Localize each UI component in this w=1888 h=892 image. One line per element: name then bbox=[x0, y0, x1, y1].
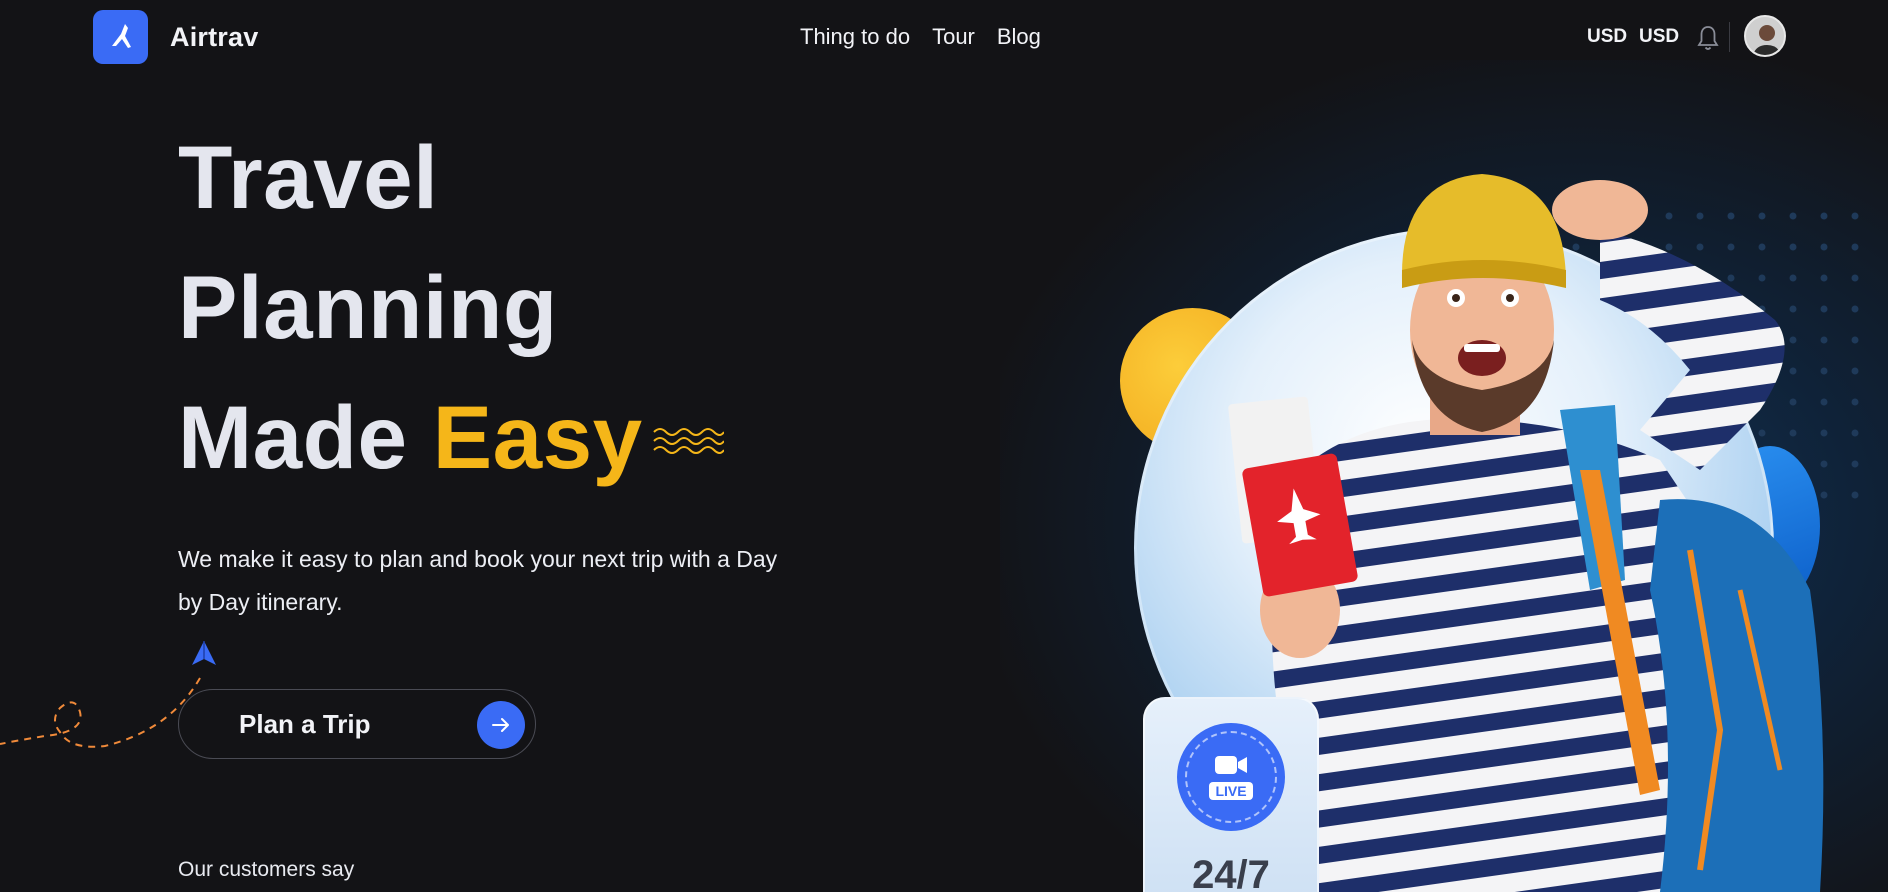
paper-plane-icon bbox=[192, 641, 216, 665]
nav-link-tour[interactable]: Tour bbox=[932, 24, 975, 50]
hero-title-line-1: Travel bbox=[178, 127, 439, 227]
hero-title-line-3: Made Easy bbox=[178, 393, 643, 482]
customers-heading: Our customers say bbox=[178, 858, 355, 881]
grid-dot bbox=[1851, 305, 1859, 313]
live-ring-decoration bbox=[1185, 731, 1277, 823]
live-badge: LIVE bbox=[1177, 723, 1285, 831]
waves-decoration-icon bbox=[653, 428, 724, 454]
grid-dot bbox=[1851, 274, 1859, 282]
grid-dot bbox=[1851, 212, 1859, 220]
plan-trip-label: Plan a Trip bbox=[239, 709, 371, 739]
nav-link-thing-to-do[interactable]: Thing to do bbox=[800, 24, 910, 50]
plan-trip-button[interactable]: Plan a Trip bbox=[178, 689, 536, 759]
arrow-right-icon bbox=[477, 701, 525, 749]
live-support-card[interactable]: LIVE 24/7 bbox=[1143, 697, 1319, 892]
hero-title-made: Made bbox=[178, 387, 433, 487]
main-nav: Thing to do Tour Blog bbox=[800, 24, 1041, 50]
support-hours: 24/7 bbox=[1192, 853, 1270, 892]
hero-title-easy: Easy bbox=[432, 387, 643, 487]
grid-dot bbox=[1851, 491, 1859, 499]
dashed-flight-path-decoration bbox=[0, 677, 201, 748]
nav-link-blog[interactable]: Blog bbox=[997, 24, 1041, 50]
plane-logo-icon bbox=[111, 24, 131, 48]
bell-icon[interactable] bbox=[1697, 24, 1719, 52]
hero-title-line-2: Planning bbox=[178, 257, 558, 357]
grid-dot bbox=[1851, 429, 1859, 437]
user-avatar-icon bbox=[1746, 17, 1784, 55]
header-divider bbox=[1729, 22, 1730, 52]
currency-selector[interactable]: USD bbox=[1587, 26, 1627, 48]
logo-icon[interactable] bbox=[93, 10, 148, 64]
grid-dot bbox=[1851, 460, 1859, 468]
brand-name[interactable]: Airtrav bbox=[170, 22, 258, 53]
hero-subtitle: We make it easy to plan and book your ne… bbox=[178, 546, 778, 615]
grid-dot bbox=[1851, 243, 1859, 251]
avatar[interactable] bbox=[1744, 15, 1786, 57]
grid-dot bbox=[1851, 398, 1859, 406]
grid-dot bbox=[1851, 367, 1859, 375]
language-currency-selector[interactable]: USD bbox=[1639, 26, 1679, 48]
grid-dot bbox=[1851, 336, 1859, 344]
